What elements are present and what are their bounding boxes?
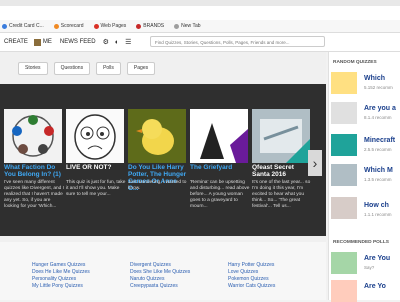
create-button[interactable]: CREATE	[4, 39, 28, 45]
right-sidebar: RANDOM QUIZZES Which 5.152 recomm Are yo…	[328, 52, 400, 302]
category-links: Hunger Games Quizzes Does He Like Me Qui…	[0, 242, 326, 300]
poll-thumbnail[interactable]	[331, 252, 357, 274]
menu-icon[interactable]: ☰	[125, 38, 131, 46]
quiz-meta: 1.3.5 recomm	[364, 177, 392, 182]
category-link[interactable]: Divergent Quizzes	[130, 262, 171, 268]
quiz-meta: 8.1.4 recomm	[364, 115, 392, 120]
category-link[interactable]: Harry Potter Quizzes	[228, 262, 274, 268]
carousel-title[interactable]: Qfeast Secret Santa 2016	[252, 164, 312, 178]
quiz-title[interactable]: Which	[364, 75, 385, 82]
carousel-description: I've seen many different quizzes like Di…	[4, 180, 64, 209]
quiz-thumbnail[interactable]	[331, 197, 357, 219]
carousel-next-button[interactable]: ›	[308, 150, 322, 176]
carousel-thumbnail[interactable]	[128, 109, 186, 163]
quiz-title[interactable]: Which M	[364, 167, 393, 174]
category-link[interactable]: Creepypasta Quizzes	[130, 283, 178, 289]
poll-thumbnail[interactable]	[331, 280, 357, 302]
poll-title[interactable]: Are Yo	[364, 283, 386, 290]
bookmark-item[interactable]: Scorecard	[52, 23, 84, 29]
tab-questions[interactable]: Questions	[53, 61, 91, 75]
notification-icon[interactable]: ⚙	[103, 38, 109, 46]
bookmark-item[interactable]: BRANDS	[134, 23, 164, 29]
faction-symbols-image	[12, 115, 54, 157]
bookmark-icon	[53, 23, 59, 29]
bookmark-icon	[174, 23, 180, 29]
duckling-image	[128, 109, 186, 163]
carousel-thumbnail[interactable]	[252, 109, 310, 163]
chevron-right-icon: ›	[312, 155, 318, 171]
me-link[interactable]: ME	[43, 39, 52, 45]
grave-art-image	[190, 109, 248, 163]
bookmarks-bar: Credit Card C... Scorecard Web Pages BRA…	[0, 20, 400, 33]
category-link[interactable]: Naruto Quizzes	[130, 276, 164, 282]
category-link[interactable]: My Little Pony Quizzes	[32, 283, 83, 289]
carousel-thumbnail[interactable]	[190, 109, 248, 163]
category-link[interactable]: Does He Like Me Quizzes	[32, 269, 90, 275]
recommended-polls-header: RECOMMENDED POLLS	[333, 240, 389, 245]
quiz-meta: 5.152 recomm	[364, 85, 393, 90]
bookmark-item[interactable]: New Tab	[172, 23, 201, 29]
tab-pages[interactable]: Pages	[126, 61, 156, 75]
category-link[interactable]: Does She Like Me Quizzes	[130, 269, 190, 275]
poll-meta: Say?	[364, 265, 375, 270]
quiz-thumbnail[interactable]	[331, 134, 357, 156]
tab-stories[interactable]: Stories	[18, 61, 48, 75]
carousel-description: This quiz is just for fun, take it and I…	[66, 180, 126, 197]
category-link[interactable]: Personality Quizzes	[32, 276, 76, 282]
quiz-thumbnail[interactable]	[331, 164, 357, 186]
carousel-title[interactable]: What Faction Do You Belong In? (1)	[4, 164, 64, 178]
quiz-title[interactable]: Are you a	[364, 105, 396, 112]
messages-icon[interactable]: ◐	[115, 39, 119, 46]
avatar[interactable]	[33, 38, 41, 46]
bookmark-icon	[93, 23, 99, 29]
carousel-title[interactable]: The Griefyard	[190, 164, 250, 171]
carousel-thumbnail[interactable]	[66, 109, 124, 163]
featured-carousel: What Faction Do You Belong In? (1) I've …	[0, 84, 326, 236]
news-feed-link[interactable]: NEWS FEED	[60, 39, 96, 45]
quiz-title[interactable]: Minecraft	[364, 137, 395, 144]
poll-title[interactable]: Are You	[364, 255, 390, 262]
tab-polls[interactable]: Polls	[96, 61, 121, 75]
carousel-description: 'Remina' can be upsetting and disturbing…	[190, 180, 250, 209]
carousel-title[interactable]: LIVE OR NOT?	[66, 164, 126, 171]
search-input[interactable]: Find Quizzes, Stories, Questions, Polls,…	[150, 36, 325, 47]
category-link[interactable]: Hunger Games Quizzes	[32, 262, 85, 268]
browser-toolbar	[0, 6, 400, 21]
carousel-thumbnail[interactable]	[4, 109, 62, 163]
bookmark-icon	[2, 23, 7, 29]
secret-santa-image	[252, 109, 310, 163]
carousel-description: It's one of the last year... so I'm doin…	[252, 180, 311, 209]
cartoon-face-image	[74, 114, 116, 160]
carousel-description: Just wondering, I wanted to know.	[128, 180, 187, 191]
quiz-thumbnail[interactable]	[331, 102, 357, 124]
bookmark-item[interactable]: Web Pages	[92, 23, 126, 29]
bookmark-item[interactable]: Credit Card C...	[0, 23, 44, 29]
category-link[interactable]: Warrior Cats Quizzes	[228, 283, 275, 289]
content-filter-tabs: Stories Questions Polls Pages	[0, 61, 326, 75]
category-link[interactable]: Love Quizzes	[228, 269, 258, 275]
quiz-title[interactable]: How ch	[364, 202, 389, 209]
quiz-thumbnail[interactable]	[331, 72, 357, 94]
quiz-meta: 1.1.1 recomm	[364, 212, 392, 217]
category-link[interactable]: Pokemon Quizzes	[228, 276, 269, 282]
bookmark-icon	[136, 23, 142, 29]
quiz-meta: 2.5.5 recomm	[364, 147, 392, 152]
random-quizzes-header: RANDOM QUIZZES	[333, 60, 377, 65]
